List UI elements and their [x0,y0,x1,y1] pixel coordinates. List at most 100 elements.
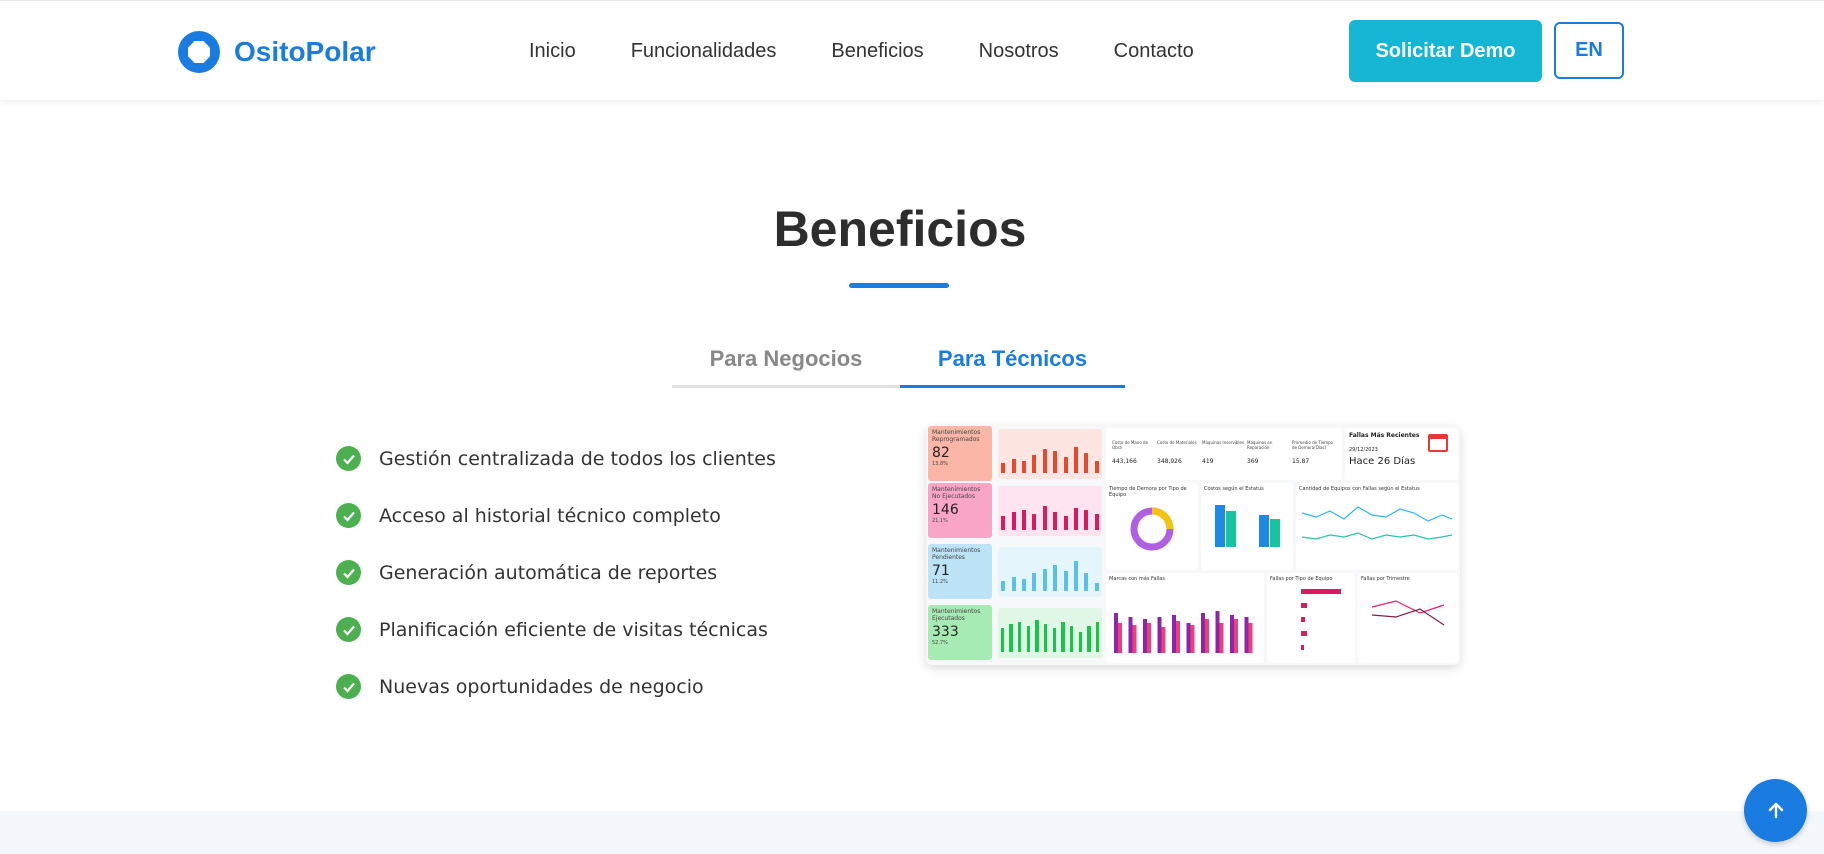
kpi-value: 82 [932,445,950,461]
kpi-bar [1001,516,1006,530]
brand-bar [1132,625,1137,653]
kpi-no-ejecutados: Mantenimientos No Ejecutados 146 21.1% [928,483,1102,538]
check-circle-icon [336,560,361,585]
quarter-chart [1371,600,1445,626]
kpi-card: Mantenimientos No Ejecutados 146 21.1% [928,483,992,538]
benefit-text: Acceso al historial técnico completo [379,504,721,527]
nav-nosotros[interactable]: Nosotros [979,40,1059,63]
kpi-bar [1011,512,1016,530]
kpi-percent: 52.7% [932,640,948,646]
kpi-card: Mantenimientos Reprogramados 82 13.8% [928,426,992,481]
brand-bar [1161,627,1166,653]
kpi-bar [1032,514,1037,530]
kpi-bar [1052,628,1057,652]
stat-label: Costo de Materiales [1157,440,1197,445]
brand-bar [1219,623,1224,653]
language-toggle-button[interactable]: EN [1554,22,1624,79]
next-section-band [0,811,1824,854]
brand-title: Marcas con más Fallas [1109,576,1165,582]
stat-item: Máquinas Inservibles 419 [1202,432,1246,465]
kpi-label: Mantenimientos Reprogramados [932,429,981,443]
type-title: Fallas por Tipo de Equipo [1270,576,1333,582]
kpi-value: 146 [932,502,959,518]
kpi-bar [1017,622,1022,652]
scroll-to-top-button[interactable] [1744,779,1807,842]
audience-tabs: Para Negocios Para Técnicos [672,340,1125,388]
site-header: OsitoPolar Inicio Funcionalidades Benefi… [0,0,1824,100]
stat-value: 443,166 [1112,458,1137,465]
kpi-label: Mantenimientos Ejecutados [932,608,981,622]
brand-bar [1215,611,1220,653]
brand-logo[interactable]: OsitoPolar [178,31,376,73]
type-panel: Fallas por Tipo de Equipo [1267,573,1355,663]
kpi-bar [1084,573,1089,591]
brand-bar [1201,613,1205,653]
costs-chart [1215,505,1280,547]
brand-bar [1186,623,1191,653]
kpi-bar [1011,577,1016,591]
stat-value: 369 [1247,458,1259,465]
kpi-bar [1042,506,1047,530]
brand-bar [1114,613,1118,653]
kpi-bar [1063,571,1068,591]
benefit-item: Gestión centralizada de todos los client… [336,430,776,487]
kpi-bar [1063,516,1068,530]
kpi-bar [1094,461,1099,473]
kpi-card: Mantenimientos Ejecutados 333 52.7% [928,605,992,660]
kpi-ejecutados: Mantenimientos Ejecutados 333 52.7% [928,605,1102,660]
benefits-list: Gestión centralizada de todos los client… [336,430,776,715]
stat-item: Costo de Materiales 348,926 [1157,432,1201,465]
kpi-bar [1073,508,1079,530]
main-nav: Inicio Funcionalidades Beneficios Nosotr… [529,40,1249,63]
kpi-bar [1095,622,1100,652]
benefit-text: Generación automática de reportes [379,561,718,584]
kpi-bar [1026,626,1031,652]
kpi-bar [1000,628,1005,652]
arrow-up-icon [1768,802,1783,818]
type-chart [1301,589,1341,650]
kpi-value: 333 [932,624,959,640]
brand-bar [1176,621,1180,653]
tab-para-negocios[interactable]: Para Negocios [672,340,900,388]
kpi-bar [1021,579,1027,591]
stat-label: Costo de Mano de Obra [1112,440,1149,450]
kpi-bar [1043,624,1048,652]
brand-bar [1172,615,1176,653]
kpi-bar [1042,449,1047,473]
nav-contacto[interactable]: Contacto [1114,40,1194,63]
kpi-reprogramados: Mantenimientos Reprogramados 82 13.8% [928,426,1102,481]
line-title: Cantidad de Equipos con Fallas según el … [1299,486,1420,492]
kpi-bar [1001,463,1006,473]
nav-funcionalidades[interactable]: Funcionalidades [631,40,777,63]
calendar-icon [1428,434,1448,452]
nav-beneficios[interactable]: Beneficios [831,40,923,63]
check-circle-icon [336,446,361,471]
kpi-bar [1087,626,1091,652]
section-title: Beneficios [773,201,1027,257]
stat-item: Promedio de Tiempo de Demora(Días) 15.87 [1292,432,1336,465]
nav-inicio[interactable]: Inicio [529,40,576,63]
benefit-text: Nuevas oportunidades de negocio [379,675,704,698]
benefit-item: Generación automática de reportes [336,544,776,601]
brand-bar [1143,619,1147,653]
kpi-bars [998,486,1102,536]
tab-para-tecnicos[interactable]: Para Técnicos [900,340,1125,388]
kpi-bar [1035,620,1039,652]
check-circle-icon [336,674,361,699]
stat-value: 15.87 [1292,458,1310,465]
kpi-bar [1032,573,1037,591]
title-underline [849,283,949,288]
kpi-bar [1084,510,1089,530]
costs-panel: Costos según el Estatus [1201,483,1293,570]
brand-bar [1128,617,1133,653]
brand-bar [1234,619,1238,653]
donut-panel: Tiempo de Demora por Tipo de Equipo [1106,483,1198,570]
request-demo-button[interactable]: Solicitar Demo [1349,20,1542,82]
kpi-value: 71 [932,563,950,579]
kpi-card: Mantenimientos Pendientes 71 11.2% [928,544,992,599]
kpi-bars [998,429,1102,479]
kpi-bar [1084,453,1089,473]
kpi-bar [1011,459,1016,473]
benefit-item: Planificación eficiente de visitas técni… [336,601,776,658]
donut-title: Tiempo de Demora por Tipo de Equipo [1109,486,1187,498]
